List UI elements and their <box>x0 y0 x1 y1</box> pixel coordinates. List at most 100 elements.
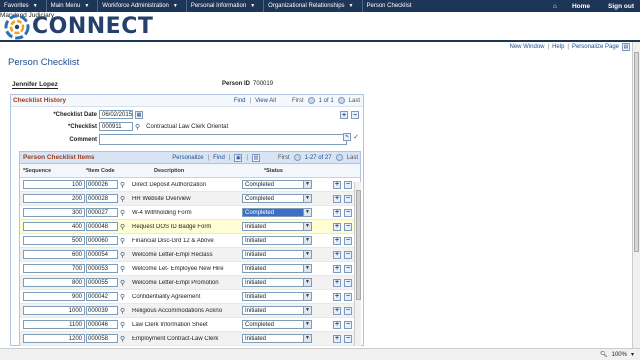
search-icon[interactable]: ⚲ <box>120 293 125 301</box>
sequence-input[interactable]: 400 <box>23 222 85 231</box>
search-icon[interactable]: ⚲ <box>135 123 140 131</box>
prev-page-icon[interactable] <box>293 154 301 161</box>
search-icon[interactable]: ⚲ <box>120 237 125 245</box>
page-scrollbar[interactable] <box>632 42 640 348</box>
delete-row-icon[interactable]: − <box>344 334 352 343</box>
add-row-icon[interactable]: + <box>333 292 341 301</box>
add-row-icon[interactable]: + <box>333 222 341 231</box>
sequence-input[interactable]: 300 <box>23 208 85 217</box>
sequence-input[interactable]: 1100 <box>23 320 85 329</box>
download-icon[interactable]: ▥ <box>251 153 260 162</box>
menu-workforce-admin[interactable]: Workforce Administration ▼ <box>98 0 187 12</box>
prev-row-icon[interactable] <box>307 97 315 104</box>
add-row-icon[interactable]: + <box>333 236 341 245</box>
search-icon[interactable]: ⚲ <box>120 223 125 231</box>
next-row-icon[interactable] <box>337 97 345 104</box>
comment-input[interactable] <box>99 134 347 145</box>
status-select[interactable]: Initiated ▼ <box>242 292 312 301</box>
find-link[interactable]: Find <box>213 155 225 161</box>
status-select[interactable]: Initiated ▼ <box>242 222 312 231</box>
add-row-icon[interactable]: + <box>340 111 348 119</box>
status-select[interactable]: Initiated ▼ <box>242 334 312 343</box>
sequence-input[interactable]: 900 <box>23 292 85 301</box>
status-select[interactable]: Initiated ▼ <box>242 250 312 259</box>
add-row-icon[interactable]: + <box>333 306 341 315</box>
col-description[interactable]: Description <box>130 168 264 174</box>
scrollbar-thumb[interactable] <box>356 190 361 300</box>
scrollbar-thumb[interactable] <box>634 52 639 252</box>
status-select[interactable]: Initiated ▼ <box>242 278 312 287</box>
item-code-input[interactable]: 000060 <box>86 236 118 245</box>
item-code-input[interactable]: 000048 <box>86 222 118 231</box>
delete-row-icon[interactable]: − <box>344 180 352 189</box>
add-row-icon[interactable]: + <box>333 278 341 287</box>
item-code-input[interactable]: 000027 <box>86 208 118 217</box>
expand-icon[interactable]: ▤ <box>622 43 630 51</box>
menu-personal-info[interactable]: Personal Information ▼ <box>187 0 265 12</box>
status-select[interactable]: Completed ▼ <box>242 180 312 189</box>
menu-person-checklist[interactable]: Person Checklist <box>363 0 420 12</box>
add-row-icon[interactable]: + <box>333 208 341 217</box>
help-link[interactable]: Help <box>552 44 564 50</box>
add-row-icon[interactable]: + <box>333 334 341 343</box>
delete-row-icon[interactable]: − <box>344 320 352 329</box>
view-all-link[interactable]: View All <box>255 98 276 104</box>
sequence-input[interactable]: 200 <box>23 194 85 203</box>
status-select[interactable]: Completed ▼ <box>242 194 312 203</box>
sequence-input[interactable]: 700 <box>23 264 85 273</box>
delete-row-icon[interactable]: − <box>344 236 352 245</box>
check-icon[interactable]: ✓ <box>353 133 359 141</box>
new-window-link[interactable]: New Window <box>509 44 544 50</box>
delete-row-icon[interactable]: − <box>344 250 352 259</box>
personalize-link[interactable]: Personalize <box>172 155 203 161</box>
add-row-icon[interactable]: + <box>333 250 341 259</box>
status-select[interactable]: Initiated ▼ <box>242 306 312 315</box>
menu-org-relationships[interactable]: Organizational Relationships ▼ <box>264 0 363 12</box>
add-row-icon[interactable]: + <box>333 264 341 273</box>
search-icon[interactable]: ⚲ <box>120 265 125 273</box>
search-icon[interactable]: ⚲ <box>120 307 125 315</box>
zoom-level[interactable]: 100% <box>612 352 627 358</box>
sequence-input[interactable]: 100 <box>23 180 85 189</box>
sequence-input[interactable]: 1200 <box>23 334 85 343</box>
delete-row-icon[interactable]: − <box>344 306 352 315</box>
sequence-input[interactable]: 500 <box>23 236 85 245</box>
signout-link[interactable]: Sign out <box>602 3 640 10</box>
delete-row-icon[interactable]: − <box>344 208 352 217</box>
item-code-input[interactable]: 000042 <box>86 292 118 301</box>
status-select[interactable]: Initiated ▼ <box>242 236 312 245</box>
sequence-input[interactable]: 600 <box>23 250 85 259</box>
delete-row-icon[interactable]: − <box>344 264 352 273</box>
checklist-date-input[interactable]: 06/02/2015 <box>99 110 133 119</box>
add-row-icon[interactable]: + <box>333 320 341 329</box>
search-icon[interactable]: ⚲ <box>120 251 125 259</box>
delete-row-icon[interactable]: − <box>344 278 352 287</box>
home-link[interactable]: ⌂ Home <box>541 3 602 10</box>
view-all-icon[interactable]: ▣ <box>234 153 243 162</box>
search-icon[interactable]: ⚲ <box>120 181 125 189</box>
personalize-page-link[interactable]: Personalize Page <box>572 44 619 50</box>
col-sequence[interactable]: *Sequence <box>20 168 86 174</box>
status-select[interactable]: Completed ▼ <box>242 320 312 329</box>
item-code-input[interactable]: 000053 <box>86 264 118 273</box>
col-item-code[interactable]: *Item Code <box>86 168 130 174</box>
item-code-input[interactable]: 000039 <box>86 306 118 315</box>
search-icon[interactable]: ⚲ <box>120 321 125 329</box>
search-icon[interactable]: ⚲ <box>120 209 125 217</box>
item-code-input[interactable]: 000046 <box>86 320 118 329</box>
status-select[interactable]: Completed ▼ <box>242 208 312 217</box>
item-code-input[interactable]: 000055 <box>86 278 118 287</box>
add-row-icon[interactable]: + <box>333 194 341 203</box>
sequence-input[interactable]: 1000 <box>23 306 85 315</box>
delete-row-icon[interactable]: − <box>344 194 352 203</box>
status-select[interactable]: Initiated ▼ <box>242 264 312 273</box>
grid-scrollbar[interactable] <box>354 182 361 346</box>
delete-row-icon[interactable]: − <box>344 292 352 301</box>
spellcheck-icon[interactable]: ✎ <box>343 133 352 141</box>
calendar-icon[interactable]: ▦ <box>135 110 143 119</box>
menu-main[interactable]: Main Menu ▼ <box>47 0 99 12</box>
chevron-down-icon[interactable]: ▾ <box>631 351 634 358</box>
search-icon[interactable]: ⚲ <box>120 335 125 343</box>
item-code-input[interactable]: 000058 <box>86 334 118 343</box>
delete-row-icon[interactable]: − <box>351 111 359 119</box>
